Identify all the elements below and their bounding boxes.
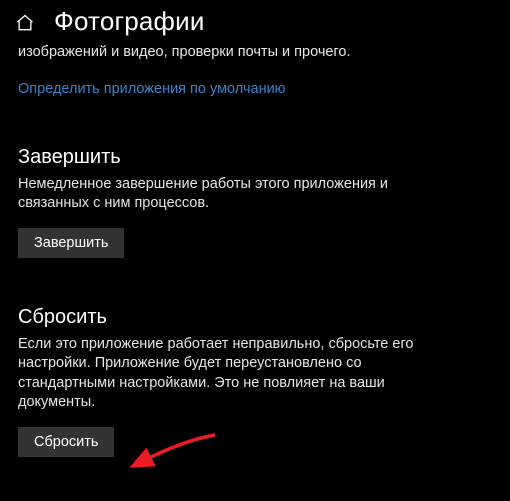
content: изображений и видео, проверки почты и пр… bbox=[0, 37, 510, 457]
home-icon[interactable] bbox=[14, 12, 36, 34]
set-defaults-link[interactable]: Определить приложения по умолчанию bbox=[18, 81, 286, 97]
header: Фотографии bbox=[0, 0, 510, 37]
reset-section: Сбросить Если это приложение работает не… bbox=[18, 306, 492, 457]
defaults-paragraph-tail: изображений и видео, проверки почты и пр… bbox=[18, 43, 492, 63]
terminate-section: Завершить Немедленное завершение работы … bbox=[18, 146, 492, 258]
terminate-desc: Немедленное завершение работы этого прил… bbox=[18, 175, 448, 214]
terminate-title: Завершить bbox=[18, 146, 492, 169]
page-title: Фотографии bbox=[54, 6, 205, 37]
terminate-button[interactable]: Завершить bbox=[18, 228, 124, 258]
reset-button[interactable]: Сбросить bbox=[18, 427, 114, 457]
reset-title: Сбросить bbox=[18, 306, 492, 329]
reset-desc: Если это приложение работает неправильно… bbox=[18, 335, 448, 413]
